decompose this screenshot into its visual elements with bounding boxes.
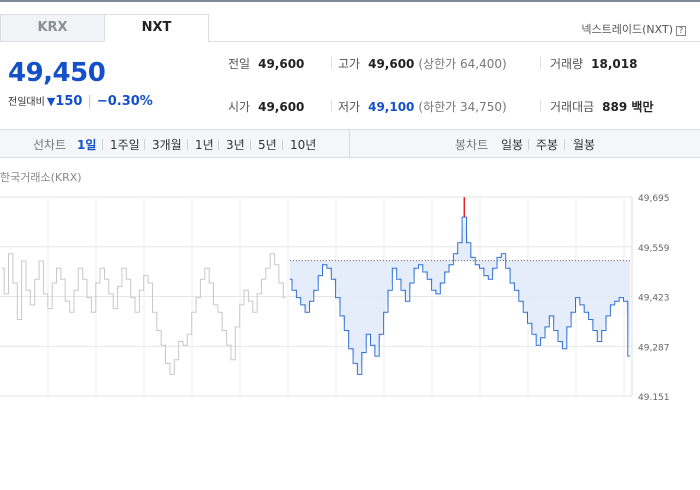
stat-low: 저가 49,100 (하한가 34,750) <box>338 98 507 115</box>
change-separator: | <box>87 94 92 109</box>
price-chart[interactable]: 49,695 49,559 49,423 49,287 49,151 <box>0 180 700 400</box>
stat-divider <box>540 57 541 69</box>
stat-value: 889 백만 <box>602 100 654 114</box>
period-separator <box>250 139 251 150</box>
period-separator <box>282 139 283 150</box>
price-change: 전일대비 ▼150 | −0.30% <box>8 93 153 109</box>
period-5y[interactable]: 5년 <box>258 136 277 153</box>
candle-daily[interactable]: 일봉 <box>501 136 523 153</box>
change-amount: 150 <box>55 94 83 109</box>
period-separator <box>187 139 188 150</box>
period-separator <box>102 139 103 150</box>
stat-label: 전일 <box>228 57 251 71</box>
stat-value: 49,600 <box>368 57 415 71</box>
candle-monthly[interactable]: 월봉 <box>573 136 595 153</box>
period-1w[interactable]: 1주일 <box>110 136 140 153</box>
stat-divider <box>331 57 332 69</box>
tab-divider <box>208 41 700 42</box>
period-3m[interactable]: 3개월 <box>152 136 182 153</box>
stat-label: 거래대금 <box>550 100 595 114</box>
stat-amount: 거래대금 889 백만 <box>550 98 653 115</box>
period-separator <box>528 139 529 150</box>
stat-divider <box>331 100 332 112</box>
tab-krx[interactable]: KRX <box>0 14 105 42</box>
period-separator <box>218 139 219 150</box>
y-tick-label: 49,423 <box>638 294 670 304</box>
controls-divider <box>349 130 350 157</box>
stat-high: 고가 49,600 (상한가 64,400) <box>338 55 507 72</box>
down-arrow-icon: ▼ <box>46 95 56 108</box>
current-price: 49,450 <box>8 58 106 88</box>
stat-divider <box>540 100 541 112</box>
stat-label: 저가 <box>338 100 361 114</box>
stat-open: 시가 49,600 <box>228 98 304 115</box>
stat-volume: 거래량 18,018 <box>550 55 637 72</box>
candle-weekly[interactable]: 주봉 <box>536 136 558 153</box>
period-1d[interactable]: 1일 <box>77 136 96 153</box>
top-border <box>0 0 700 2</box>
stat-prev-close: 전일 49,600 <box>228 55 304 72</box>
y-tick-label: 49,151 <box>638 393 670 400</box>
y-axis-labels: 49,695 49,559 49,423 49,287 49,151 <box>638 194 670 400</box>
tab-nxt[interactable]: NXT <box>104 14 209 42</box>
session-fill <box>289 217 630 375</box>
stat-value: 49,600 <box>258 100 305 114</box>
period-separator <box>564 139 565 150</box>
y-tick-label: 49,695 <box>638 194 670 204</box>
nxt-link-label: 넥스트레이드(NXT) <box>581 23 673 36</box>
lower-limit: (하한가 34,750) <box>418 100 507 114</box>
stat-label: 고가 <box>338 57 361 71</box>
upper-limit: (상한가 64,400) <box>418 57 507 71</box>
stat-value: 49,600 <box>258 57 305 71</box>
y-tick-label: 49,287 <box>638 343 670 353</box>
period-3y[interactable]: 3년 <box>226 136 245 153</box>
change-percent: −0.30% <box>96 94 153 109</box>
line-chart-label: 선차트 <box>33 138 67 152</box>
candle-chart-label: 봉차트 <box>455 138 489 152</box>
nxt-info-link[interactable]: 넥스트레이드(NXT)? <box>581 21 686 37</box>
help-icon[interactable]: ? <box>676 26 686 36</box>
stat-value: 18,018 <box>591 57 638 71</box>
y-tick-label: 49,559 <box>638 244 670 254</box>
chart-controls: 선차트 1일 1주일 3개월 1년 3년 5년 10년 봉차트 일봉 주봉 월봉 <box>0 129 700 158</box>
period-separator <box>144 139 145 150</box>
session-range-area <box>289 217 630 375</box>
period-1y[interactable]: 1년 <box>195 136 214 153</box>
stat-value: 49,100 <box>368 100 415 114</box>
stat-label: 거래량 <box>550 57 584 71</box>
stat-label: 시가 <box>228 100 251 114</box>
period-10y[interactable]: 10년 <box>290 136 316 153</box>
change-label: 전일대비 <box>8 97 45 108</box>
